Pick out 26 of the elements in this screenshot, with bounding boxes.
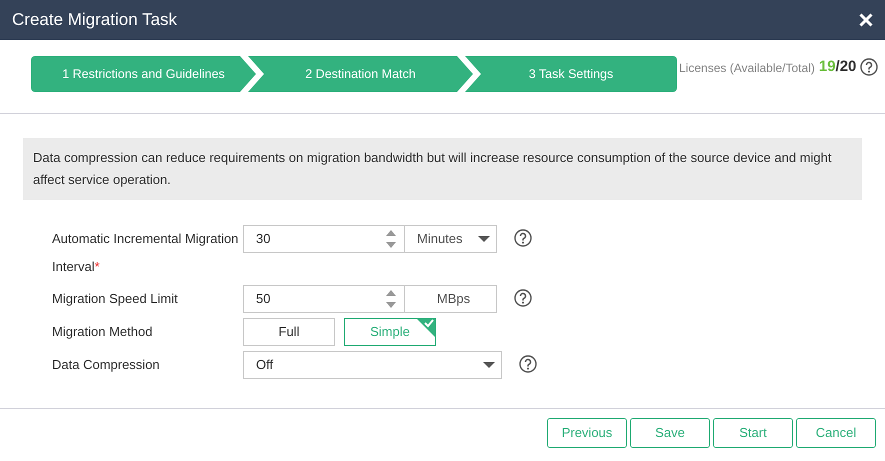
dropdown-caret-icon	[478, 235, 490, 243]
field-label: Automatic Incremental Migration Interval*	[52, 230, 240, 276]
footer-button[interactable]: Start	[713, 418, 793, 448]
footer-button[interactable]: Save	[630, 418, 710, 448]
window-title: Create Migration Task	[12, 9, 178, 32]
unit-label: MBps	[405, 285, 497, 313]
field-label: Migration Speed Limit	[52, 290, 179, 308]
selected-check-icon	[416, 318, 436, 338]
footer-button[interactable]: Cancel	[796, 418, 876, 448]
select-dropdown[interactable]: Off	[243, 351, 502, 379]
help-icon	[860, 58, 878, 76]
license-count: 19/20	[818, 57, 856, 77]
option-button[interactable]: Simple	[344, 318, 436, 346]
step-tab[interactable]: 1 Restrictions and Guidelines	[31, 56, 256, 92]
footer-button[interactable]: Previous	[547, 418, 627, 448]
field-label: Migration Method	[52, 323, 154, 341]
dropdown-caret-icon	[483, 361, 495, 369]
unit-dropdown[interactable]: Minutes	[405, 225, 497, 253]
step-tab[interactable]: 3 Task Settings	[465, 56, 677, 92]
field-label: Data Compression	[52, 356, 161, 374]
option-button[interactable]: Full	[243, 318, 335, 346]
number-field[interactable]: 50	[243, 285, 405, 313]
notice-text: Data compression can reduce requirements on migration bandwidth but will increase resource consumption of the source device and might affect service operation.	[23, 138, 862, 200]
step-tab[interactable]: 2 Destination Match	[248, 56, 473, 92]
licenses-label: Licenses (Available/Total)	[679, 60, 815, 78]
number-field[interactable]: 30	[243, 225, 405, 253]
